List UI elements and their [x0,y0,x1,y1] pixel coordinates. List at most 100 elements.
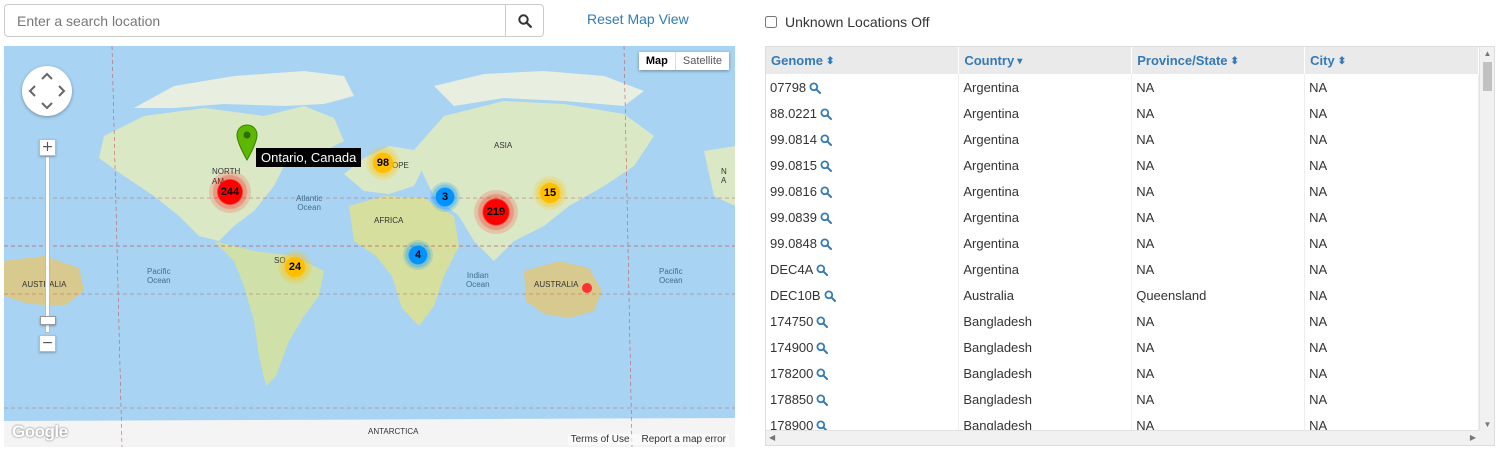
scroll-left-arrow-icon[interactable]: ◀ [769,433,775,442]
magnifier-icon[interactable] [816,342,829,355]
scrollbar-thumb[interactable] [1483,62,1492,91]
label-pacific-left: Pacific Ocean [147,267,171,285]
magnifier-icon[interactable] [820,160,832,173]
magnifier-icon[interactable] [820,238,832,251]
location-dot[interactable] [582,283,592,293]
column-label: City [1310,53,1335,68]
genome-id: DEC4A [770,261,814,277]
sort-both-icon: ⬍ [1230,56,1239,68]
zoom-in-button[interactable]: + [39,139,56,156]
genome-id: 174750 [770,313,814,329]
scroll-up-arrow-icon[interactable]: ▲ [1480,49,1494,58]
scroll-down-arrow-icon[interactable]: ▼ [1480,420,1494,429]
cell-country: Bangladesh [958,334,1133,360]
genome-id: 07798 [770,79,807,95]
magnifier-icon[interactable] [824,290,836,303]
cell-city: NA [1304,256,1479,282]
label-right-edge-line2: A [721,176,727,185]
terms-of-use-link[interactable]: Terms of Use [571,434,630,445]
column-header-city[interactable]: City ⬍ [1304,47,1479,74]
search-button[interactable] [505,4,544,37]
cell-genome: 99.0848 [766,230,960,256]
search-bar [4,4,544,37]
table-row: 174900 Bangladesh NA NA [766,334,1479,360]
magnifier-icon[interactable] [820,108,832,121]
google-logo: Google [12,422,68,441]
cell-genome: 88.0221 [766,100,960,126]
map[interactable]: NORTH AM SO OPE ASIA AFRICA AUSTRALIA AU… [4,46,735,447]
world-basemap [4,46,735,447]
cell-city: NA [1304,308,1479,334]
cell-city: NA [1304,204,1479,230]
cluster-south-asia[interactable]: 219 [474,190,518,234]
table-row: DEC10B Australia Queensland NA [766,282,1479,308]
cluster-north-america[interactable]: 244 [209,171,251,213]
table-row: 178200 Bangladesh NA NA [766,360,1479,386]
cell-city: NA [1304,334,1479,360]
cluster-south-america[interactable]: 24 [278,250,312,284]
zoom-slider-track[interactable] [45,156,50,333]
reset-map-view-link[interactable]: Reset Map View [587,11,689,27]
label-pacific-left-line1: Pacific [147,267,171,276]
column-header-province[interactable]: Province/State ⬍ [1131,47,1306,74]
magnifier-icon[interactable] [820,212,832,225]
magnifier-icon[interactable] [820,134,832,147]
cluster-east-africa[interactable]: 4 [403,240,433,270]
cell-city: NA [1304,74,1479,100]
cell-province: NA [1131,308,1306,334]
label-right-edge: N A [721,167,727,185]
genome-id: 99.0839 [770,209,817,225]
magnifier-icon[interactable] [816,264,829,277]
cluster-europe[interactable]: 98 [366,146,400,180]
column-header-country[interactable]: Country ▾ [958,47,1133,74]
cell-city: NA [1304,230,1479,256]
table-row: 07798 Argentina NA NA [766,74,1479,100]
magnifier-icon[interactable] [816,316,829,329]
cell-city: NA [1304,126,1479,152]
map-pin-icon[interactable] [236,124,258,162]
sort-desc-icon: ▾ [1017,56,1023,68]
pan-control[interactable] [22,66,72,116]
cell-country: Argentina [958,100,1133,126]
vertical-scrollbar[interactable]: ▲ ▼ [1479,47,1494,431]
column-header-genome[interactable]: Genome ⬍ [766,47,960,74]
map-type-map-button[interactable]: Map [639,52,676,70]
genome-id: 99.0814 [770,131,817,147]
unknown-locations-toggle[interactable]: Unknown Locations Off [765,14,930,30]
zoom-slider-thumb[interactable] [40,316,56,325]
cluster-count: 15 [543,187,557,199]
magnifier-icon[interactable] [816,394,829,407]
cell-country: Argentina [958,74,1133,100]
table-row: 178850 Bangladesh NA NA [766,386,1479,412]
cell-country: Argentina [958,126,1133,152]
cell-province: NA [1131,230,1306,256]
cell-province: Queensland [1131,282,1306,308]
magnifier-icon[interactable] [816,368,829,381]
cell-city: NA [1304,282,1479,308]
magnifier-icon[interactable] [809,82,822,95]
horizontal-scrollbar[interactable]: ◀ ▶ [766,430,1479,445]
table-body: 07798 Argentina NA NA 88.0221 Argentina NA NA 99… [766,74,1479,438]
cluster-count: 4 [414,249,422,261]
cell-city: NA [1304,178,1479,204]
sort-both-icon: ⬍ [1337,56,1347,68]
cluster-middle-east[interactable]: 3 [430,182,460,212]
label-right-edge-line1: N [721,167,727,176]
map-type-satellite-button[interactable]: Satellite [676,52,729,70]
genome-id: 178200 [770,365,814,381]
report-map-error-link[interactable]: Report a map error [642,434,726,445]
search-input[interactable] [4,4,505,37]
cluster-east-asia[interactable]: 15 [533,176,567,210]
cell-country: Bangladesh [958,360,1133,386]
label-atlantic-line2: Ocean [297,203,321,212]
cell-genome: 99.0816 [766,178,960,204]
magnifier-icon[interactable] [820,186,832,199]
zoom-out-button[interactable]: − [39,335,56,352]
genome-id: 88.0221 [770,105,817,121]
label-australia-right: AUSTRALIA [534,280,579,289]
cell-country: Argentina [958,256,1133,282]
label-indian: Indian Ocean [466,271,490,289]
table-header-row: Genome ⬍ Country ▾ Province/State ⬍ City ⬍ [766,47,1479,74]
unknown-locations-checkbox[interactable] [765,16,777,28]
scroll-right-arrow-icon[interactable]: ▶ [1470,433,1476,442]
